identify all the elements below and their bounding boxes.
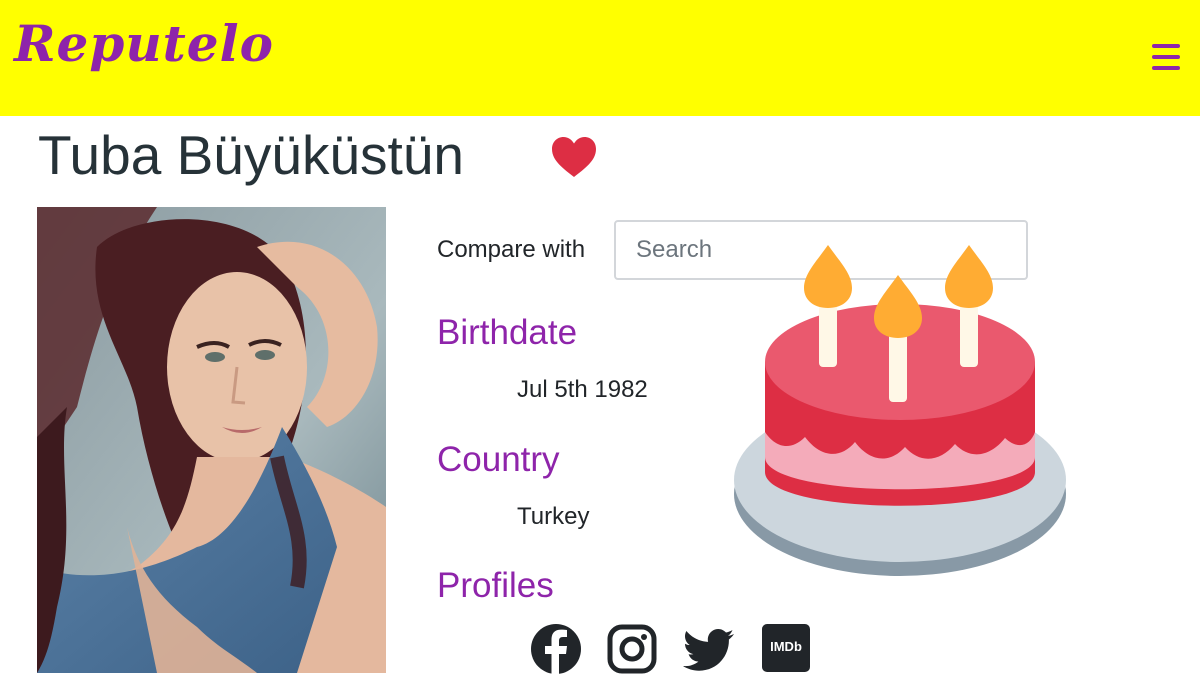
heart-icon[interactable] (550, 136, 598, 178)
country-value: Turkey (517, 503, 590, 530)
twitter-icon[interactable] (682, 622, 736, 676)
imdb-label: IMDb (770, 639, 802, 654)
facebook-icon[interactable] (529, 622, 583, 676)
compare-label: Compare with (437, 236, 586, 263)
brand-logo[interactable]: Reputelo (14, 14, 274, 73)
birthdate-value: Jul 5th 1982 (517, 376, 648, 403)
top-navbar: Reputelo (0, 0, 1200, 116)
profiles-heading: Profiles (437, 566, 554, 605)
profile-photo (37, 207, 386, 673)
country-heading: Country (437, 440, 560, 479)
birthday-cake-icon (734, 245, 1066, 576)
hamburger-menu-icon[interactable] (1148, 40, 1184, 74)
page-title: Tuba Büyüküstün (38, 124, 465, 186)
instagram-icon[interactable] (605, 622, 659, 676)
birthdate-heading: Birthdate (437, 313, 578, 352)
imdb-icon[interactable]: IMDb (762, 624, 810, 672)
